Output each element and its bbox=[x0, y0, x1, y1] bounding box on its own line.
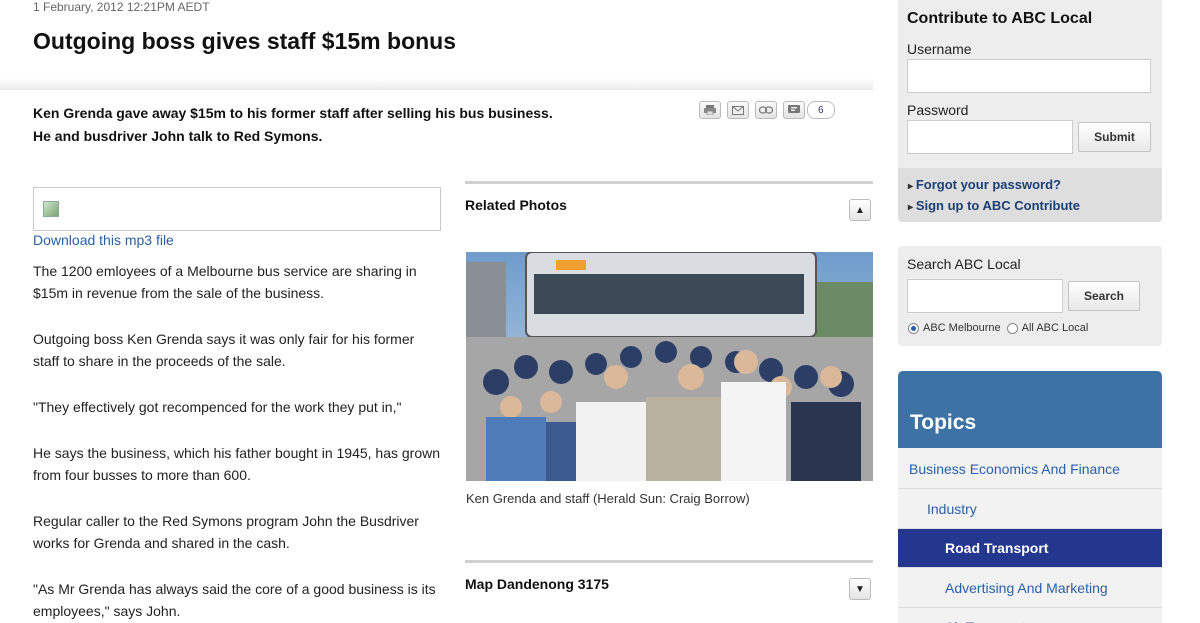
contribute-title: Contribute to ABC Local bbox=[907, 10, 1093, 27]
topic-business-economics[interactable]: Business Economics And Finance bbox=[898, 450, 1162, 489]
article-paragraph: Regular caller to the Red Symons program… bbox=[33, 513, 419, 551]
article-paragraph: He says the business, which his father b… bbox=[33, 445, 441, 483]
search-scope-options: ABC Melbourne All ABC Local bbox=[908, 322, 1088, 334]
topics-title: Topics bbox=[910, 411, 977, 434]
topic-industry[interactable]: Industry bbox=[898, 490, 1162, 529]
staff-group-photo bbox=[466, 252, 873, 481]
article-summary: Ken Grenda gave away $15m to his former … bbox=[33, 102, 653, 148]
related-photos-title: Related Photos bbox=[465, 197, 567, 213]
radio-abc-melbourne[interactable] bbox=[908, 322, 919, 334]
map-title: Map Dandenong 3175 bbox=[465, 576, 609, 592]
print-icon[interactable] bbox=[699, 101, 721, 119]
signup-link[interactable]: Sign up to ABC Contribute bbox=[908, 198, 1080, 213]
audio-player[interactable] bbox=[33, 187, 441, 231]
article-paragraph: "As Mr Grenda has always said the core o… bbox=[33, 581, 436, 619]
header-divider bbox=[0, 78, 873, 90]
photo-caption: Ken Grenda and staff (Herald Sun: Craig … bbox=[466, 491, 750, 506]
topics-panel: Topics Business Economics And Finance In… bbox=[898, 371, 1162, 623]
submit-button[interactable]: Submit bbox=[1078, 122, 1151, 152]
link-icon[interactable] bbox=[755, 101, 777, 119]
topic-road-transport[interactable]: Road Transport bbox=[898, 529, 1162, 568]
search-panel: Search ABC Local Search ABC Melbourne Al… bbox=[898, 246, 1162, 346]
topic-advertising-marketing[interactable]: Advertising And Marketing bbox=[898, 569, 1162, 608]
radio-label: ABC Melbourne bbox=[923, 322, 1001, 334]
audio-plugin-icon bbox=[43, 201, 59, 217]
share-toolbar: 6 bbox=[699, 101, 835, 119]
summary-line: Ken Grenda gave away $15m to his former … bbox=[33, 105, 553, 121]
password-label: Password bbox=[907, 102, 969, 118]
chevron-up-icon: ▲ bbox=[855, 204, 865, 216]
expand-toggle-button[interactable]: ▼ bbox=[849, 578, 871, 600]
search-title: Search ABC Local bbox=[907, 256, 1021, 272]
password-input[interactable] bbox=[907, 120, 1073, 154]
summary-line: He and busdriver John talk to Red Symons… bbox=[33, 128, 323, 144]
topics-header: Topics bbox=[898, 371, 1162, 448]
contribute-panel: Contribute to ABC Local Username Passwor… bbox=[898, 0, 1162, 222]
comment-icon[interactable] bbox=[783, 101, 805, 119]
article-body: The 1200 emloyees of a Melbourne bus ser… bbox=[33, 260, 443, 623]
username-input[interactable] bbox=[907, 59, 1151, 93]
forgot-password-link[interactable]: Forgot your password? bbox=[908, 177, 1061, 192]
related-photos-header: Related Photos ▲ bbox=[465, 181, 873, 225]
username-label: Username bbox=[907, 41, 972, 57]
download-mp3-link[interactable]: Download this mp3 file bbox=[33, 232, 174, 248]
article-paragraph: The 1200 emloyees of a Melbourne bus ser… bbox=[33, 263, 417, 301]
share-count-badge: 6 bbox=[807, 101, 835, 119]
collapse-toggle-button[interactable]: ▲ bbox=[849, 199, 871, 221]
map-header: Map Dandenong 3175 ▼ bbox=[465, 560, 873, 604]
search-button[interactable]: Search bbox=[1068, 281, 1140, 311]
chevron-down-icon: ▼ bbox=[855, 583, 865, 595]
radio-all-abc-local[interactable] bbox=[1006, 322, 1018, 334]
article-dateline: 1 February, 2012 12:21PM AEDT bbox=[33, 0, 210, 14]
related-photo[interactable] bbox=[466, 252, 873, 481]
article-paragraph: "They effectively got recompenced for th… bbox=[33, 399, 402, 415]
search-input[interactable] bbox=[907, 279, 1063, 313]
contribute-links: Forgot your password? Sign up to ABC Con… bbox=[898, 168, 1162, 222]
page-title: Outgoing boss gives staff $15m bonus bbox=[33, 28, 457, 54]
topic-air-transport[interactable]: Air Transport bbox=[898, 608, 1162, 623]
radio-label: All ABC Local bbox=[1021, 322, 1089, 334]
article-paragraph: Outgoing boss Ken Grenda says it was onl… bbox=[33, 331, 415, 369]
email-icon[interactable] bbox=[727, 101, 749, 119]
